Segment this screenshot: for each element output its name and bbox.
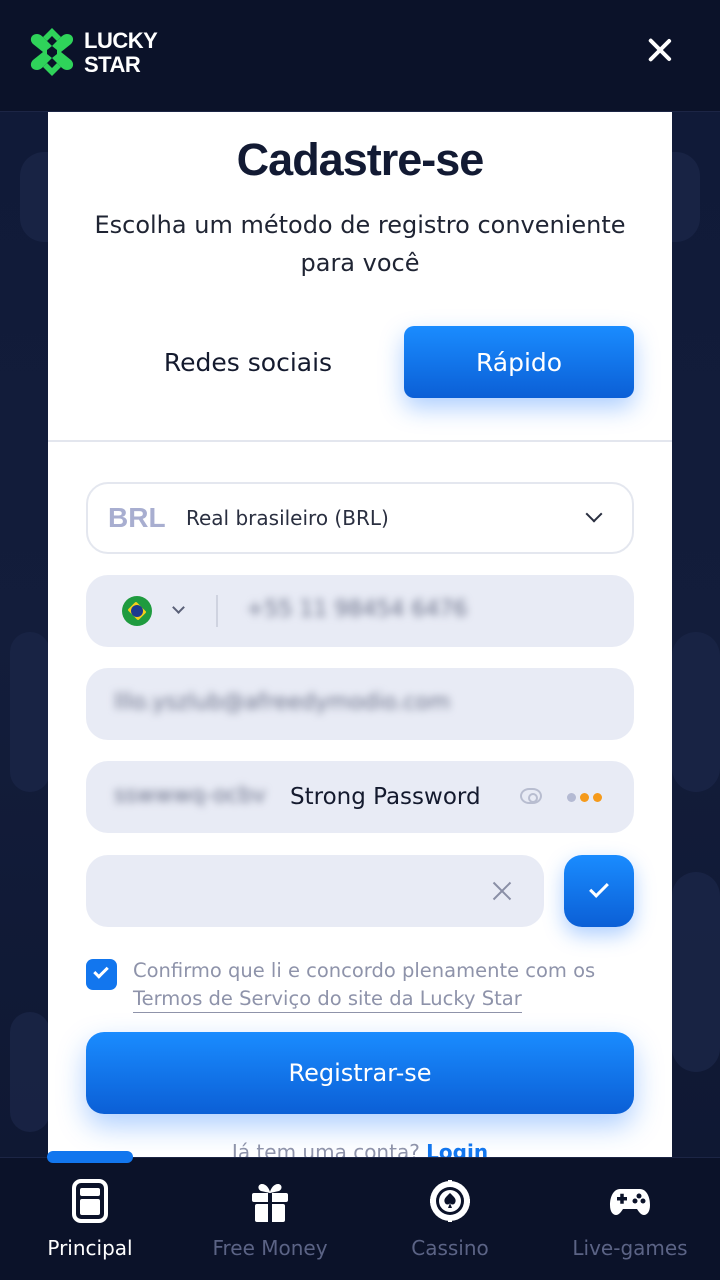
close-icon[interactable] xyxy=(644,34,676,66)
top-header: LUCKY STAR xyxy=(0,0,720,112)
terms-label: Confirmo que li e concordo plenamente co… xyxy=(133,959,596,982)
lucky-star-logo[interactable]: LUCKY STAR xyxy=(27,26,167,82)
strength-dot xyxy=(580,793,589,802)
phone-field[interactable]: +55 11 98454 6476 xyxy=(86,575,634,647)
registration-modal: Cadastre-se Escolha um método de registr… xyxy=(48,112,672,1157)
nav-item-live-games[interactable]: Live-games xyxy=(540,1158,720,1280)
checkmark-icon xyxy=(589,878,609,898)
login-prompt: Já tem uma conta? xyxy=(231,1140,420,1157)
login-link[interactable]: Login xyxy=(426,1140,488,1157)
currency-name: Real brasileiro (BRL) xyxy=(186,506,389,530)
phone-separator xyxy=(216,595,218,627)
password-input[interactable]: sswwwq-ocbv xyxy=(114,783,284,808)
nav-item-cassino[interactable]: Cassino xyxy=(360,1158,540,1280)
gift-icon xyxy=(252,1184,288,1222)
terms-link[interactable]: Termos de Serviço do site da Lucky Star xyxy=(133,987,522,1013)
section-divider xyxy=(48,440,672,442)
tab-quick[interactable]: Rápido xyxy=(404,326,634,398)
nav-label: Cassino xyxy=(411,1236,489,1260)
password-field[interactable]: sswwwq-ocbv Strong Password xyxy=(86,761,634,833)
terms-text: Confirmo que li e concordo plenamente co… xyxy=(133,957,643,1013)
home-screen-icon xyxy=(72,1179,108,1223)
clear-icon[interactable] xyxy=(492,881,512,901)
email-input[interactable]: lllo.yszlub@afreedymodio.com xyxy=(114,690,450,715)
gamepad-icon xyxy=(610,1189,650,1215)
tab-social-networks[interactable]: Redes sociais xyxy=(138,326,358,398)
eye-icon[interactable] xyxy=(520,788,542,804)
page-title: Cadastre-se xyxy=(236,134,485,185)
password-strength-label: Strong Password xyxy=(290,784,481,810)
email-field[interactable]: lllo.yszlub@afreedymodio.com xyxy=(86,668,634,740)
register-button[interactable]: Registrar-se xyxy=(86,1032,634,1114)
strength-dot xyxy=(593,793,602,802)
clover-logo-icon xyxy=(30,28,74,76)
nav-item-principal[interactable]: Principal xyxy=(0,1158,180,1280)
nav-label: Free Money xyxy=(212,1236,328,1260)
chevron-down-icon[interactable] xyxy=(172,601,185,614)
currency-select[interactable]: BRL Real brasileiro (BRL) xyxy=(86,482,634,554)
bottom-navigation: Principal Free Money Cassino Live-games xyxy=(0,1151,720,1280)
strength-dot xyxy=(567,793,576,802)
page-subtitle: Escolha um método de registro convenient… xyxy=(94,211,626,277)
nav-label: Principal xyxy=(47,1236,133,1260)
chevron-down-icon xyxy=(585,505,603,523)
phone-input[interactable]: +55 11 98454 6476 xyxy=(246,597,467,622)
login-prompt-row: Já tem uma conta? Login xyxy=(48,1140,672,1157)
promo-confirm-button[interactable] xyxy=(564,855,634,927)
promo-code-field[interactable] xyxy=(86,855,544,927)
terms-checkbox[interactable] xyxy=(86,959,117,990)
casino-chip-icon xyxy=(430,1180,470,1222)
checkmark-icon xyxy=(93,963,109,979)
nav-item-free-money[interactable]: Free Money xyxy=(180,1158,360,1280)
currency-code: BRL xyxy=(108,502,166,533)
logo-wordmark: LUCKY STAR xyxy=(84,28,158,77)
nav-label: Live-games xyxy=(572,1236,688,1260)
password-strength-dots xyxy=(567,793,602,802)
brazil-flag-icon[interactable] xyxy=(122,596,152,626)
